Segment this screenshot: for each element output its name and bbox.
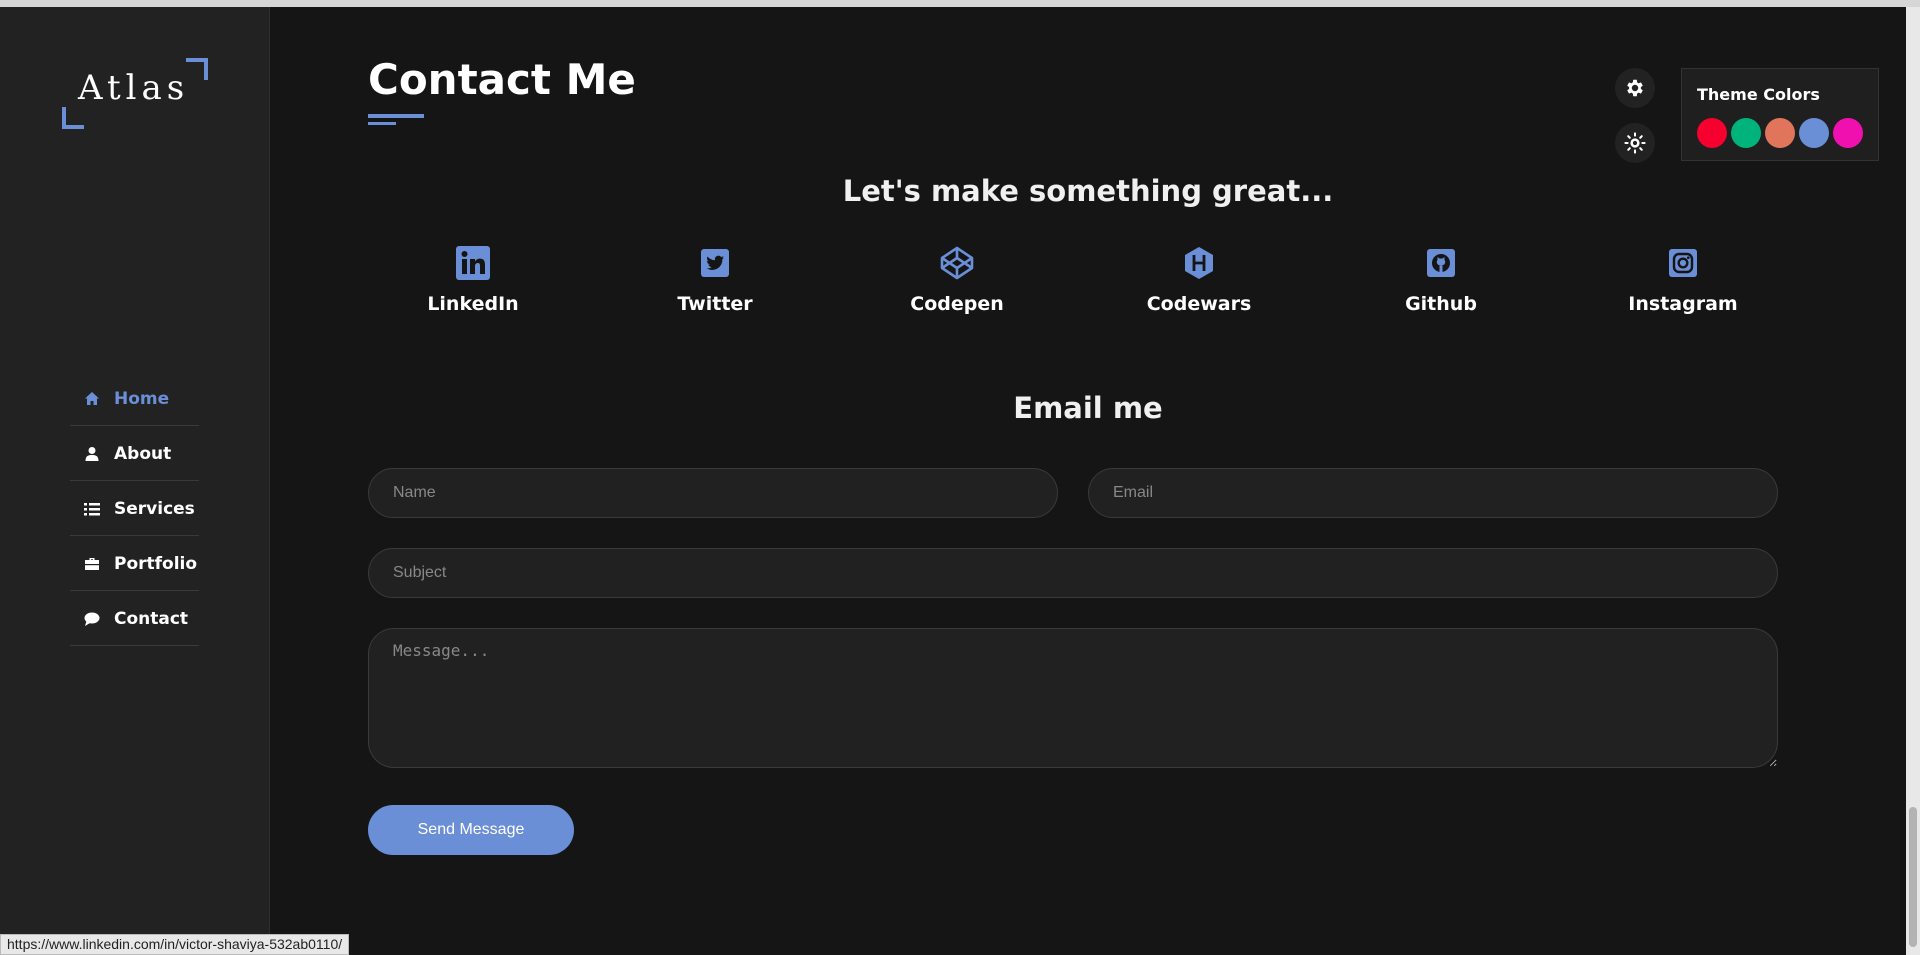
social-codewars[interactable]: Codewars xyxy=(1099,245,1299,315)
social-linkedin[interactable]: LinkedIn xyxy=(373,245,573,315)
title-underline xyxy=(368,114,424,118)
nav-item-label: Home xyxy=(114,388,170,409)
browser-top-edge xyxy=(0,0,1920,7)
nav-item-portfolio[interactable]: Portfolio xyxy=(70,537,199,591)
name-field[interactable] xyxy=(368,468,1058,518)
briefcase-icon xyxy=(85,557,99,570)
nav-item-label: Contact xyxy=(114,608,189,629)
nav-item-label: About xyxy=(114,443,172,464)
social-twitter[interactable]: Twitter xyxy=(615,245,815,315)
theme-swatch-green[interactable] xyxy=(1731,118,1761,148)
list-icon xyxy=(84,502,100,515)
page-scrollbar[interactable] xyxy=(1906,7,1920,955)
linkedin-icon xyxy=(456,246,490,280)
message-field[interactable] xyxy=(368,628,1778,768)
send-message-button[interactable]: Send Message xyxy=(368,805,574,855)
nav-item-contact[interactable]: Contact xyxy=(70,592,199,646)
social-label: Codewars xyxy=(1146,293,1252,315)
theme-swatch-red[interactable] xyxy=(1697,118,1727,148)
sun-icon xyxy=(1624,132,1646,154)
social-instagram[interactable]: Instagram xyxy=(1583,245,1783,315)
title-underline-short xyxy=(368,122,396,125)
user-icon xyxy=(85,446,99,461)
social-label: LinkedIn xyxy=(427,293,519,315)
theme-swatch-pink[interactable] xyxy=(1833,118,1863,148)
email-heading: Email me xyxy=(1013,391,1163,425)
social-links: LinkedIn Twitter Codepen Codewars Github… xyxy=(368,245,1838,335)
main-nav: Home About Services Portfolio Contact xyxy=(70,372,199,647)
scrollbar-thumb[interactable] xyxy=(1909,807,1917,947)
mode-toggle-button[interactable] xyxy=(1615,123,1655,163)
social-label: Twitter xyxy=(677,293,753,315)
codepen-icon xyxy=(940,246,974,280)
social-label: Instagram xyxy=(1628,293,1738,315)
twitter-icon xyxy=(701,249,729,277)
logo-corner-top-right xyxy=(186,58,208,80)
social-codepen[interactable]: Codepen xyxy=(857,245,1057,315)
theme-colors-panel: Theme Colors xyxy=(1681,68,1879,161)
nav-item-about[interactable]: About xyxy=(70,427,199,481)
gear-icon xyxy=(1627,79,1643,97)
social-label: Github xyxy=(1405,293,1477,315)
subject-field[interactable] xyxy=(368,548,1778,598)
status-bar-url: https://www.linkedin.com/in/victor-shavi… xyxy=(0,934,350,955)
social-label: Codepen xyxy=(910,293,1004,315)
comment-icon xyxy=(84,612,100,626)
nav-item-services[interactable]: Services xyxy=(70,482,199,536)
nav-item-home[interactable]: Home xyxy=(70,372,199,426)
logo-corner-bottom-left xyxy=(62,107,84,129)
codewars-icon xyxy=(1185,247,1213,279)
social-github[interactable]: Github xyxy=(1341,245,1541,315)
nav-item-label: Portfolio xyxy=(114,553,198,574)
sidebar: Atlas Home About Services Portfolio Cont… xyxy=(0,7,270,955)
instagram-icon xyxy=(1669,249,1697,277)
settings-button[interactable] xyxy=(1615,68,1655,108)
tagline: Let's make something great... xyxy=(842,174,1334,208)
home-icon xyxy=(85,391,99,405)
theme-swatch-orange[interactable] xyxy=(1765,118,1795,148)
logo-text: Atlas xyxy=(78,68,190,108)
theme-colors-title: Theme Colors xyxy=(1697,85,1820,104)
nav-item-label: Services xyxy=(114,498,195,519)
logo[interactable]: Atlas xyxy=(62,52,208,130)
email-field[interactable] xyxy=(1088,468,1778,518)
github-icon xyxy=(1427,249,1455,277)
theme-swatch-blue[interactable] xyxy=(1799,118,1829,148)
page-title: Contact Me xyxy=(368,55,636,104)
